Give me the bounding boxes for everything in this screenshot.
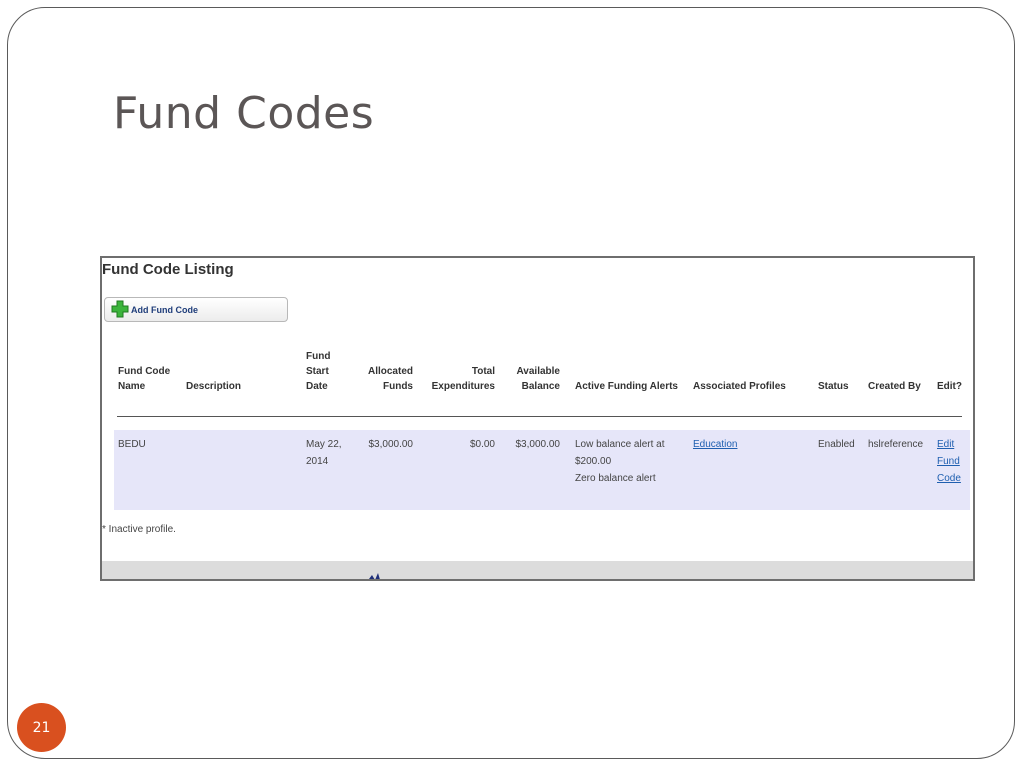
listing-heading: Fund Code Listing bbox=[102, 261, 234, 278]
cell-allocated: $3,000.00 bbox=[368, 439, 414, 450]
add-fund-code-label: Add Fund Code bbox=[131, 304, 198, 315]
footer-bar bbox=[102, 561, 973, 579]
cell-expenditures: $0.00 bbox=[469, 439, 495, 450]
cell-status: Enabled bbox=[818, 439, 855, 450]
cell-alert-line2: $200.00 bbox=[575, 456, 612, 467]
column-header-profiles: Associated Profiles bbox=[693, 381, 786, 392]
column-header-expenditures: Total Expenditures bbox=[431, 366, 495, 392]
slide-title: Fund Codes bbox=[113, 88, 375, 139]
partial-logo-icon bbox=[369, 573, 380, 579]
cell-start-date: May 22, 2014 bbox=[306, 436, 342, 470]
column-header-status: Status bbox=[818, 381, 849, 392]
cell-alert-line1: Low balance alert at bbox=[575, 439, 665, 450]
header-divider bbox=[117, 416, 962, 417]
add-fund-code-button[interactable]: Add Fund Code bbox=[104, 297, 288, 322]
edit-fund-code-link[interactable]: Edit Fund Code bbox=[937, 436, 961, 487]
column-header-balance: Available Balance bbox=[516, 366, 560, 392]
column-header-created-by: Created By bbox=[868, 381, 921, 392]
column-header-description: Description bbox=[186, 381, 242, 392]
edit-link-line3[interactable]: Code bbox=[937, 470, 961, 487]
slide-number-badge: 21 bbox=[17, 703, 66, 752]
cell-alert-line3: Zero balance alert bbox=[575, 473, 656, 484]
profile-link-education[interactable]: Education bbox=[693, 439, 737, 450]
cell-start-date-line2: 2014 bbox=[306, 456, 329, 467]
edit-link-line2[interactable]: Fund bbox=[937, 453, 961, 470]
cell-profile: Education bbox=[693, 436, 737, 453]
column-header-alerts: Active Funding Alerts bbox=[575, 381, 678, 392]
cell-start-date-line1: May 22, bbox=[306, 439, 342, 450]
cell-name: BEDU bbox=[118, 439, 146, 450]
cell-balance: $3,000.00 bbox=[515, 439, 561, 450]
plus-icon bbox=[111, 300, 129, 317]
edit-link-line1[interactable]: Edit bbox=[937, 436, 961, 453]
cell-created-by: hslreference bbox=[868, 439, 924, 450]
cell-alerts: Low balance alert at $200.00 Zero balanc… bbox=[575, 436, 665, 487]
column-header-edit: Edit? bbox=[937, 381, 962, 392]
footnote: * Inactive profile. bbox=[102, 524, 176, 535]
fund-code-listing-panel: Fund Code Listing Add Fund Code Fund Cod… bbox=[100, 256, 975, 581]
column-header-allocated: Allocated Funds bbox=[367, 366, 413, 392]
column-header-start-date: Fund Start Date bbox=[306, 351, 331, 392]
column-header-name: Fund Code Name bbox=[118, 366, 171, 392]
